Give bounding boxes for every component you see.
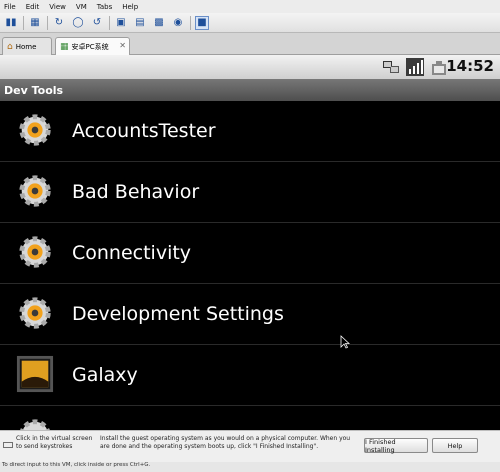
list-item[interactable]: Bad Behavior <box>0 162 500 223</box>
list-item-label: Galaxy <box>72 364 138 386</box>
play-pause-icon[interactable]: ▮▮ <box>4 16 18 30</box>
status-line-text: To direct input to this VM, click inside… <box>2 462 151 468</box>
list-item[interactable]: AccountsTester <box>0 101 500 162</box>
status-line: To direct input to this VM, click inside… <box>0 462 500 472</box>
console-view-icon[interactable]: ■ <box>195 15 209 30</box>
android-status-bar: 14:52 <box>0 55 500 79</box>
list-item[interactable]: Connectivity <box>0 223 500 284</box>
keyboard-icon <box>3 442 13 448</box>
list-item[interactable]: Development Settings <box>0 284 500 345</box>
list-item-label: Development Settings <box>72 303 284 325</box>
vm-screen[interactable]: 14:52 Dev Tools AccountsTester Bad Behav… <box>0 55 500 430</box>
list-item[interactable] <box>0 406 500 430</box>
tab-home[interactable]: ⌂ Home <box>2 37 52 55</box>
menu-tabs[interactable]: Tabs <box>97 3 113 11</box>
revert-snapshot-icon[interactable]: ↻ <box>52 16 66 30</box>
close-icon[interactable]: ✕ <box>119 41 126 50</box>
tab-home-label: Home <box>15 42 37 51</box>
gear-icon <box>19 236 51 268</box>
tab-bar: ⌂ Home ▦ 安卓PC系统 ✕ <box>0 33 500 55</box>
toolbar-separator <box>109 15 110 30</box>
menu-edit[interactable]: Edit <box>26 3 40 11</box>
list-item-label: AccountsTester <box>72 120 216 142</box>
dev-tools-list: AccountsTester Bad Behavior Connectivity… <box>0 101 500 430</box>
toolbar-separator <box>23 15 24 30</box>
hint-keystrokes-text: Click in the virtual screen to send keys… <box>16 435 93 450</box>
list-item[interactable]: Galaxy <box>0 345 500 406</box>
list-item-label: Connectivity <box>72 242 192 264</box>
manage-snapshots-icon[interactable]: ↺ <box>90 16 104 30</box>
mouse-cursor-icon <box>340 335 350 349</box>
list-item-label: Bad Behavior <box>72 181 200 203</box>
network-status-icon <box>383 61 399 73</box>
menu-view[interactable]: View <box>49 3 66 11</box>
snapshot-icon[interactable]: ◯ <box>71 16 85 30</box>
gear-icon <box>20 419 50 430</box>
toolbar-separator <box>47 15 48 30</box>
clock: 14:52 <box>446 57 494 75</box>
galaxy-wallpaper-icon <box>16 355 54 393</box>
normal-view-icon[interactable]: ▣ <box>114 16 128 30</box>
tab-vm[interactable]: ▦ 安卓PC系统 ✕ <box>55 37 130 55</box>
home-icon: ⌂ <box>7 41 13 52</box>
menu-vm[interactable]: VM <box>76 3 87 11</box>
hint-bar: Click in the virtual screen to send keys… <box>0 430 500 462</box>
fullscreen-icon[interactable]: ▩ <box>152 16 166 30</box>
network-icon[interactable]: ▦ <box>28 16 42 30</box>
gear-icon <box>19 175 51 207</box>
page-title: Dev Tools <box>0 79 500 101</box>
vm-icon: ▦ <box>60 41 69 52</box>
help-button[interactable]: Help <box>432 438 478 453</box>
finished-installing-button[interactable]: I Finished Installing <box>364 438 428 454</box>
toolbar: ▮▮ ▦ ↻ ◯ ↺ ▣ ▤ ▩ ◉ ■ <box>0 13 500 33</box>
tab-vm-label: 安卓PC系统 <box>71 42 109 51</box>
toolbar-separator <box>190 15 191 30</box>
menu-file[interactable]: File <box>4 3 16 11</box>
signal-icon <box>406 58 424 76</box>
unity-icon[interactable]: ◉ <box>171 16 185 30</box>
gear-icon <box>19 297 51 329</box>
gear-icon <box>19 114 51 146</box>
quick-switch-icon[interactable]: ▤ <box>133 16 147 30</box>
hint-install-text: Install the guest operating system as yo… <box>100 435 351 450</box>
menu-help[interactable]: Help <box>122 3 138 11</box>
menu-bar: File Edit View VM Tabs Help <box>0 0 500 13</box>
